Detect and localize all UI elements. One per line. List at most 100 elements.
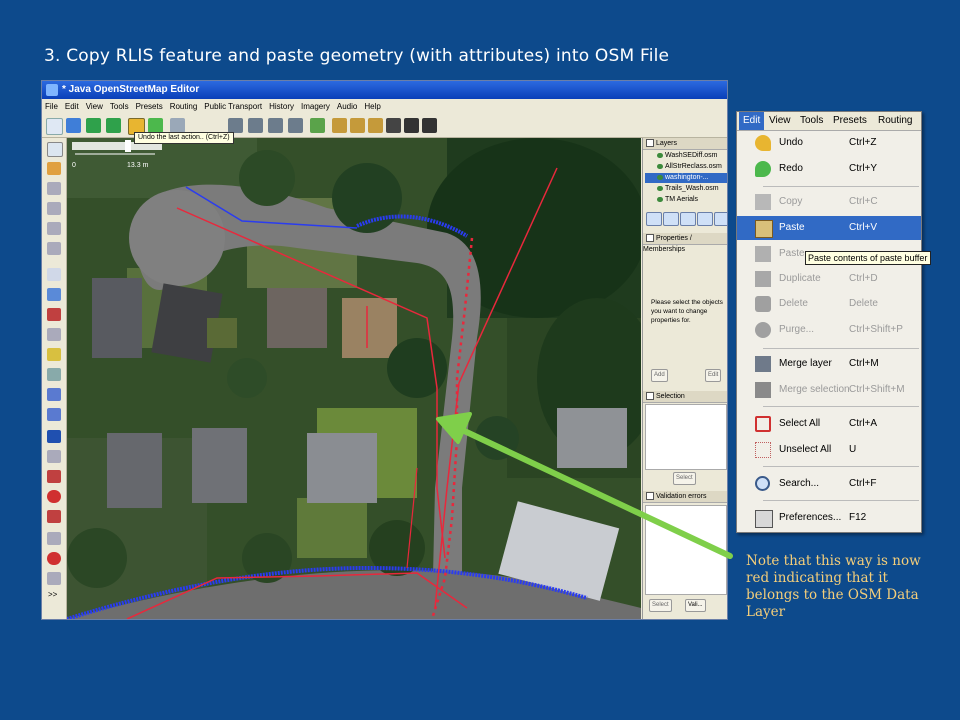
- upload-icon[interactable]: [106, 118, 121, 133]
- edit-tag-button[interactable]: Edit: [705, 369, 722, 382]
- visibility-eye-icon[interactable]: [657, 196, 663, 202]
- select-tool-icon[interactable]: [47, 142, 63, 157]
- validation-toggle-icon[interactable]: [646, 492, 654, 501]
- combine-way-icon[interactable]: [248, 118, 263, 133]
- conflict-icon[interactable]: [47, 388, 61, 401]
- measurement-icon[interactable]: [47, 510, 61, 523]
- aerial-imagery-icon[interactable]: [310, 118, 325, 133]
- menu-item-unselect-all[interactable]: Unselect All U: [737, 438, 921, 462]
- menu-tools[interactable]: Tools: [110, 102, 129, 111]
- menu-item-redo[interactable]: Redo Ctrl+Y: [737, 157, 921, 181]
- visibility-eye-icon[interactable]: [657, 185, 663, 191]
- layers-panel-header[interactable]: Layers: [643, 138, 727, 150]
- move-down-icon[interactable]: [663, 212, 679, 226]
- download-icon[interactable]: [86, 118, 101, 133]
- menu-history[interactable]: History: [269, 102, 294, 111]
- filter-icon[interactable]: [47, 450, 61, 463]
- tags-icon[interactable]: [47, 288, 61, 301]
- zoom-tool-icon[interactable]: [47, 182, 61, 195]
- open-file-icon[interactable]: [66, 118, 81, 133]
- menu-item-preferences[interactable]: Preferences... F12: [737, 506, 921, 530]
- align-line-icon[interactable]: [368, 118, 383, 133]
- merge-layer-icon[interactable]: [697, 212, 713, 226]
- delete-layer-icon[interactable]: [714, 212, 727, 226]
- selection-panel-header[interactable]: Selection: [643, 391, 727, 403]
- menu-view[interactable]: View: [86, 102, 103, 111]
- validation-list[interactable]: [645, 505, 727, 595]
- delete-tool-icon[interactable]: [47, 202, 61, 215]
- minimap-icon[interactable]: [47, 490, 61, 503]
- validation-select-button[interactable]: Select: [649, 599, 672, 612]
- simplify-way-icon[interactable]: [288, 118, 303, 133]
- activate-layer-icon[interactable]: [680, 212, 696, 226]
- menu-item-merge-selection[interactable]: Merge selection Ctrl+Shift+M: [737, 378, 921, 402]
- menu-item-paste[interactable]: Paste Ctrl+V: [737, 216, 921, 240]
- menu-view[interactable]: View: [769, 112, 791, 130]
- window-titlebar[interactable]: * Java OpenStreetMap Editor: [42, 81, 727, 99]
- menu-public-transport[interactable]: Public Transport: [204, 102, 262, 111]
- selection-list-icon[interactable]: [47, 328, 61, 341]
- more-tools-icon[interactable]: >>: [48, 590, 57, 599]
- menu-presets[interactable]: Presets: [136, 102, 163, 111]
- selection-select-button[interactable]: Select: [673, 472, 696, 485]
- new-file-icon[interactable]: [46, 118, 63, 135]
- menu-routing[interactable]: Routing: [878, 112, 912, 130]
- menu-item-copy[interactable]: Copy Ctrl+C: [737, 190, 921, 214]
- reverse-way-icon[interactable]: [268, 118, 283, 133]
- relations-icon[interactable]: [47, 308, 61, 321]
- menu-item-undo[interactable]: Undo Ctrl+Z: [737, 131, 921, 155]
- split-way-icon[interactable]: [228, 118, 243, 133]
- move-up-icon[interactable]: [646, 212, 662, 226]
- turn-restriction-icon[interactable]: [47, 552, 61, 565]
- menu-edit[interactable]: Edit: [65, 102, 79, 111]
- preferences-icon[interactable]: [170, 118, 185, 133]
- redo-icon[interactable]: [148, 118, 163, 133]
- routing-icon[interactable]: [47, 532, 61, 545]
- layer-item[interactable]: WashSEDiff.osm: [645, 151, 727, 161]
- bus-icon[interactable]: [422, 118, 437, 133]
- validate-button[interactable]: Vali...: [685, 599, 706, 612]
- parallel-tool-icon[interactable]: [47, 242, 61, 255]
- menu-tools[interactable]: Tools: [800, 112, 823, 130]
- properties-toggle-icon[interactable]: [646, 234, 654, 243]
- menu-help[interactable]: Help: [364, 102, 380, 111]
- visibility-eye-icon[interactable]: [657, 152, 663, 158]
- menu-item-search[interactable]: Search... Ctrl+F: [737, 472, 921, 496]
- menu-item-delete[interactable]: Delete Delete: [737, 292, 921, 316]
- selection-toggle-icon[interactable]: [646, 392, 654, 401]
- layer-item[interactable]: AllStrReclass.osm: [645, 162, 727, 172]
- visibility-eye-icon[interactable]: [657, 174, 663, 180]
- history-icon[interactable]: [47, 408, 61, 421]
- validation-panel-header[interactable]: Validation errors: [643, 491, 727, 503]
- pedestrian-icon[interactable]: [386, 118, 401, 133]
- draw-nodes-icon[interactable]: [47, 162, 61, 175]
- properties-panel-header[interactable]: Properties / Memberships: [643, 233, 727, 253]
- menu-imagery[interactable]: Imagery: [301, 102, 330, 111]
- layer-item[interactable]: TM Aerials: [645, 195, 727, 205]
- menu-item-merge-layer[interactable]: Merge layer Ctrl+M: [737, 352, 921, 376]
- menu-edit-active[interactable]: Edit: [739, 112, 765, 130]
- menu-audio[interactable]: Audio: [337, 102, 357, 111]
- validator-icon[interactable]: [47, 430, 61, 443]
- add-tag-button[interactable]: Add: [651, 369, 668, 382]
- commands-icon[interactable]: [47, 348, 61, 361]
- layer-list-icon[interactable]: [47, 268, 61, 281]
- layers-toggle-icon[interactable]: [646, 139, 654, 148]
- selection-list[interactable]: [645, 404, 727, 470]
- align-circle-icon[interactable]: [350, 118, 365, 133]
- visibility-eye-icon[interactable]: [657, 163, 663, 169]
- menu-routing[interactable]: Routing: [170, 102, 198, 111]
- users-icon[interactable]: [47, 368, 61, 381]
- ruler-icon[interactable]: [47, 572, 61, 585]
- menu-item-duplicate[interactable]: Duplicate Ctrl+D: [737, 267, 921, 291]
- layer-item[interactable]: Trails_Wash.osm: [645, 184, 727, 194]
- car-icon[interactable]: [404, 118, 419, 133]
- orthogonalize-icon[interactable]: [332, 118, 347, 133]
- map-view[interactable]: 0 13.3 m: [67, 138, 641, 619]
- author-icon[interactable]: [47, 470, 61, 483]
- extrude-tool-icon[interactable]: [47, 222, 61, 235]
- menu-item-select-all[interactable]: Select All Ctrl+A: [737, 412, 921, 436]
- menu-item-purge[interactable]: Purge... Ctrl+Shift+P: [737, 318, 921, 342]
- layer-item-active[interactable]: washington-...: [645, 173, 727, 183]
- menu-file[interactable]: File: [45, 102, 58, 111]
